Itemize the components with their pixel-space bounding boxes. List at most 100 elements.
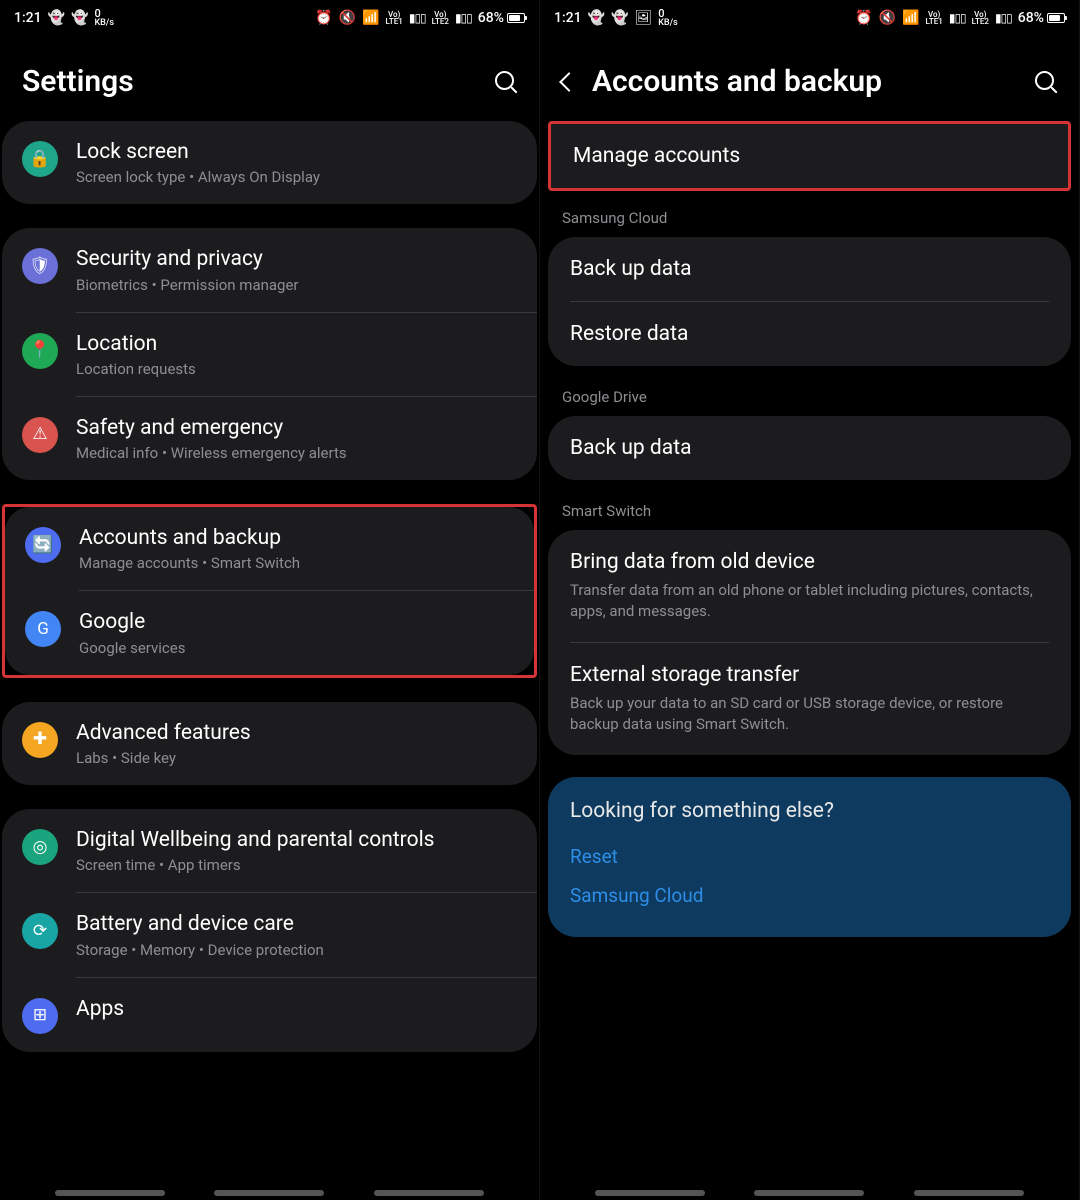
nav-bar[interactable]: [0, 1190, 539, 1196]
settings-item-safety-emergency[interactable]: ⚠Safety and emergencyMedical info • Wire…: [2, 397, 537, 480]
recents-button[interactable]: [595, 1190, 705, 1196]
sync-icon: 🔄: [25, 527, 61, 563]
mute-icon: 🔇: [879, 10, 896, 26]
row-title: External storage transfer: [570, 663, 1049, 687]
highlight-box: Manage accounts: [548, 121, 1071, 191]
highlight-box: 🔄 Accounts and backup Manage accounts • Sm…: [2, 504, 537, 678]
row-backup-data-samsung[interactable]: Back up data: [548, 237, 1071, 301]
list-group: Back up data: [548, 416, 1071, 480]
page-title: Accounts and backup: [592, 64, 882, 99]
battery-indicator: 68%: [478, 10, 525, 26]
item-title: Accounts and backup: [79, 525, 514, 552]
back-icon[interactable]: [559, 72, 579, 92]
signal1-icon: ▮▯▯: [409, 11, 426, 25]
settings-item-apps[interactable]: ⊞Apps: [2, 978, 537, 1052]
suggestion-card: Looking for something else? Reset Samsun…: [548, 777, 1071, 937]
home-button[interactable]: [754, 1190, 864, 1196]
item-title: Lock screen: [76, 139, 517, 166]
settings-item-accounts-backup[interactable]: 🔄 Accounts and backup Manage accounts • Sm…: [5, 507, 534, 590]
home-button[interactable]: [214, 1190, 324, 1196]
snapchat-icon: 👻: [588, 10, 605, 26]
item-title: Digital Wellbeing and parental controls: [76, 827, 517, 854]
suggestion-link-samsung-cloud[interactable]: Samsung Cloud: [570, 876, 1049, 915]
search-icon[interactable]: [495, 71, 517, 93]
signal2-icon: ▮▯▯: [455, 11, 472, 25]
sim1-icon: Vo)LTE1: [926, 11, 943, 25]
G-icon: G: [25, 611, 61, 647]
item-subtitle: Manage accounts • Smart Switch: [79, 554, 514, 572]
row-title: Manage accounts: [573, 144, 1046, 168]
lock-icon: 🔒: [22, 141, 58, 177]
suggestion-link-reset[interactable]: Reset: [570, 837, 1049, 876]
item-subtitle: Screen lock type • Always On Display: [76, 168, 517, 186]
shield-icon: 🛡: [22, 248, 58, 284]
item-subtitle: Screen time • App timers: [76, 856, 517, 874]
nav-bar[interactable]: [540, 1190, 1079, 1196]
item-title: Security and privacy: [76, 246, 517, 273]
settings-item-security-privacy[interactable]: 🛡 Security and privacy Biometrics • Permis…: [2, 228, 537, 311]
plus-icon: ✚: [22, 722, 58, 758]
alarm-icon: ⏰: [855, 10, 872, 26]
item-subtitle: Labs • Side key: [76, 749, 517, 767]
sim2-icon: Vo)LTE2: [972, 11, 989, 25]
settings-item-advanced-features[interactable]: ✚ Advanced features Labs • Side key: [2, 702, 537, 785]
item-subtitle: Google services: [79, 639, 514, 657]
wifi-icon: 📶: [362, 10, 379, 26]
row-title: Back up data: [570, 257, 1049, 281]
list-group: Back up data Restore data: [548, 237, 1071, 366]
accounts-header: Accounts and backup: [540, 36, 1079, 121]
item-subtitle: Storage • Memory • Device protection: [76, 941, 517, 959]
row-title: Bring data from old device: [570, 550, 1049, 574]
item-title: Location: [76, 331, 517, 358]
settings-group: ✚ Advanced features Labs • Side key: [2, 702, 537, 785]
status-bar: 1:21 👻 👻 🖼 0KB/s ⏰ 🔇 📶 Vo)LTE1 ▮▯▯ Vo)LT…: [540, 0, 1079, 36]
item-subtitle: Location requests: [76, 360, 517, 378]
settings-item-lock-screen[interactable]: 🔒 Lock screen Screen lock type • Always On…: [2, 121, 537, 204]
accounts-backup-screen: 1:21 👻 👻 🖼 0KB/s ⏰ 🔇 📶 Vo)LTE1 ▮▯▯ Vo)LT…: [540, 0, 1080, 1200]
back-button[interactable]: [914, 1190, 1024, 1196]
alarm-icon: ⏰: [315, 10, 332, 26]
settings-screen: 1:21 👻 👻 0KB/s ⏰ 🔇 📶 Vo)LTE1 ▮▯▯ Vo)LTE2…: [0, 0, 540, 1200]
settings-item-location[interactable]: 📍 Location Location requests: [2, 313, 537, 396]
item-subtitle: Medical info • Wireless emergency alerts: [76, 444, 517, 462]
status-time: 1:21: [554, 10, 582, 26]
search-icon[interactable]: [1035, 71, 1057, 93]
list-group: Bring data from old device Transfer data …: [548, 530, 1071, 755]
settings-group: ◎ Digital Wellbeing and parental controls…: [2, 809, 537, 1052]
page-title: Settings: [22, 64, 134, 99]
status-time: 1:21: [14, 10, 42, 26]
snapchat-icon: 👻: [48, 10, 65, 26]
section-label: Google Drive: [540, 388, 1079, 416]
row-restore-data[interactable]: Restore data: [548, 302, 1071, 366]
gallery-icon: 🖼: [634, 10, 652, 26]
back-button[interactable]: [374, 1190, 484, 1196]
signal1-icon: ▮▯▯: [949, 11, 966, 25]
alert-icon: ⚠: [22, 417, 58, 453]
settings-group: 🔒 Lock screen Screen lock type • Always On…: [2, 121, 537, 204]
heart-icon: ◎: [22, 829, 58, 865]
network-speed: 0KB/s: [658, 8, 678, 28]
section-label: Samsung Cloud: [540, 209, 1079, 237]
recents-button[interactable]: [55, 1190, 165, 1196]
signal2-icon: ▮▯▯: [995, 11, 1012, 25]
settings-item-digital-wellbeing[interactable]: ◎ Digital Wellbeing and parental controls…: [2, 809, 537, 892]
pin-icon: 📍: [22, 333, 58, 369]
status-bar: 1:21 👻 👻 0KB/s ⏰ 🔇 📶 Vo)LTE1 ▮▯▯ Vo)LTE2…: [0, 0, 539, 36]
snapchat-icon-2: 👻: [71, 10, 88, 26]
settings-item-battery-care[interactable]: ⟳ Battery and device care Storage • Memory…: [2, 893, 537, 976]
care-icon: ⟳: [22, 913, 58, 949]
row-external-storage[interactable]: External storage transferBack up your da…: [548, 643, 1071, 755]
row-bring-data[interactable]: Bring data from old device Transfer data …: [548, 530, 1071, 642]
row-subtitle: Transfer data from an old phone or table…: [570, 580, 1049, 622]
mute-icon: 🔇: [339, 10, 356, 26]
item-title: Battery and device care: [76, 911, 517, 938]
grid-icon: ⊞: [22, 998, 58, 1034]
accounts-list: Manage accountsSamsung CloudBack up data…: [540, 121, 1079, 755]
settings-list: 🔒 Lock screen Screen lock type • Always On…: [0, 121, 539, 1052]
settings-group: 🛡 Security and privacy Biometrics • Permis…: [2, 228, 537, 480]
settings-item-google[interactable]: GGoogleGoogle services: [5, 591, 534, 674]
row-manage-accounts[interactable]: Manage accounts: [551, 124, 1068, 188]
item-subtitle: Biometrics • Permission manager: [76, 276, 517, 294]
item-title: Advanced features: [76, 720, 517, 747]
row-backup-data-google[interactable]: Back up data: [548, 416, 1071, 480]
